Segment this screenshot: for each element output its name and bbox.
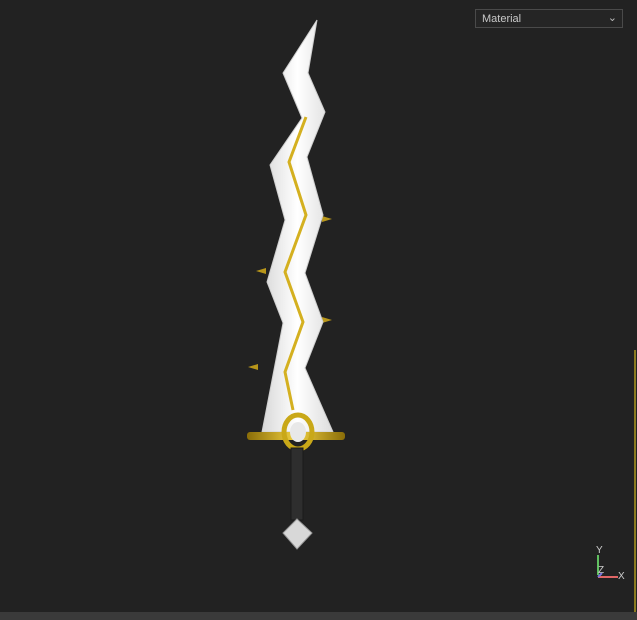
material-select[interactable]: Material ⌄ [475, 9, 623, 28]
z-axis-label: Z [598, 565, 605, 576]
y-axis-label: Y [596, 545, 603, 556]
3d-viewport[interactable]: Material ⌄ Y Z X [0, 0, 637, 612]
chevron-down-icon: ⌄ [607, 12, 617, 24]
guard-gem [290, 422, 306, 442]
sword-model [247, 19, 345, 550]
viewport-edge-highlight [634, 350, 636, 612]
material-select-value: Material [482, 12, 522, 25]
x-axis-label: X [618, 571, 625, 582]
bottom-bar [0, 612, 637, 620]
pommel [282, 518, 313, 550]
grip [290, 447, 304, 521]
blade [261, 19, 334, 433]
